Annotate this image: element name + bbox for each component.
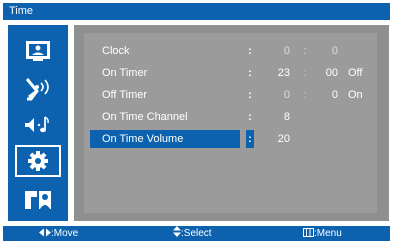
on-time-channel-value: 8 [283, 111, 290, 123]
off-timer-minute-value: 0 [331, 89, 338, 101]
row-colon: : [248, 89, 252, 101]
clock-hour-value: 0 [283, 45, 290, 57]
time-separator: : [303, 67, 307, 79]
on-timer-minute-value: 00 [325, 67, 338, 79]
sidebar-item-settings[interactable] [15, 145, 61, 177]
on-timer-hour-value: 23 [277, 67, 290, 79]
menu-hint: :Menu [303, 226, 342, 241]
off-timer-state-value: On [348, 89, 363, 101]
time-separator: : [303, 89, 307, 101]
menu-row-on-time-channel[interactable]: On Time Channel : 8 [90, 108, 350, 126]
up-down-arrows-icon [173, 226, 181, 237]
time-separator: : [303, 45, 307, 57]
sidebar-item-sound[interactable] [15, 109, 61, 141]
menu-hint-label: :Menu [314, 228, 342, 239]
move-hint-label: :Move [51, 228, 79, 239]
off-timer-hour-value: 0 [283, 89, 290, 101]
menu-row-off-timer[interactable]: Off Timer : 0 : 0 On [90, 86, 363, 104]
row-label: Off Timer [102, 89, 148, 101]
row-colon: : [248, 45, 252, 57]
tv-menu-screen: Time Clock: 0: 0 On Timer: 23: 00 Of… [0, 0, 395, 243]
category-sidebar [8, 25, 68, 221]
row-label: On Timer [102, 67, 148, 79]
gear-icon [28, 151, 48, 171]
menu-row-on-time-volume[interactable]: On Time Volume : 20 [90, 130, 350, 148]
select-hint-label: :Select [181, 228, 212, 239]
sidebar-item-input[interactable] [15, 183, 61, 215]
settings-panel: Clock : 0 : 0 On Timer : 23 : 00 Off Off… [74, 25, 389, 221]
menu-row-clock[interactable]: Clock : 0 : 0 [90, 42, 350, 60]
row-colon: : [248, 111, 252, 123]
menu-title: Time [9, 5, 34, 17]
row-label: On Time Volume [102, 133, 184, 145]
time-settings-list: Clock : 0 : 0 On Timer : 23 : 00 Off Off… [84, 33, 377, 213]
row-label: On Time Channel [102, 111, 188, 123]
on-time-volume-value: 20 [277, 133, 290, 145]
antenna-icon [25, 78, 49, 101]
clock-minute-value: 0 [331, 45, 338, 57]
sidebar-item-channel[interactable] [15, 71, 61, 103]
row-label: Clock [102, 45, 130, 57]
row-colon: : [248, 67, 252, 79]
select-hint: :Select [173, 226, 212, 241]
menu-button-icon [303, 228, 314, 237]
sidebar-item-picture[interactable] [15, 35, 61, 67]
menu-row-on-timer[interactable]: On Timer : 23 : 00 Off [90, 64, 362, 82]
left-right-arrows-icon [39, 228, 51, 237]
input-source-icon [25, 191, 51, 209]
move-hint: :Move [39, 226, 78, 241]
row-colon: : [248, 133, 252, 145]
on-timer-state-value: Off [348, 67, 363, 79]
footer-hints: :Move :Select :Menu [3, 226, 390, 241]
picture-icon [26, 41, 50, 61]
sound-icon [25, 116, 49, 133]
title-bar: Time [3, 3, 390, 20]
